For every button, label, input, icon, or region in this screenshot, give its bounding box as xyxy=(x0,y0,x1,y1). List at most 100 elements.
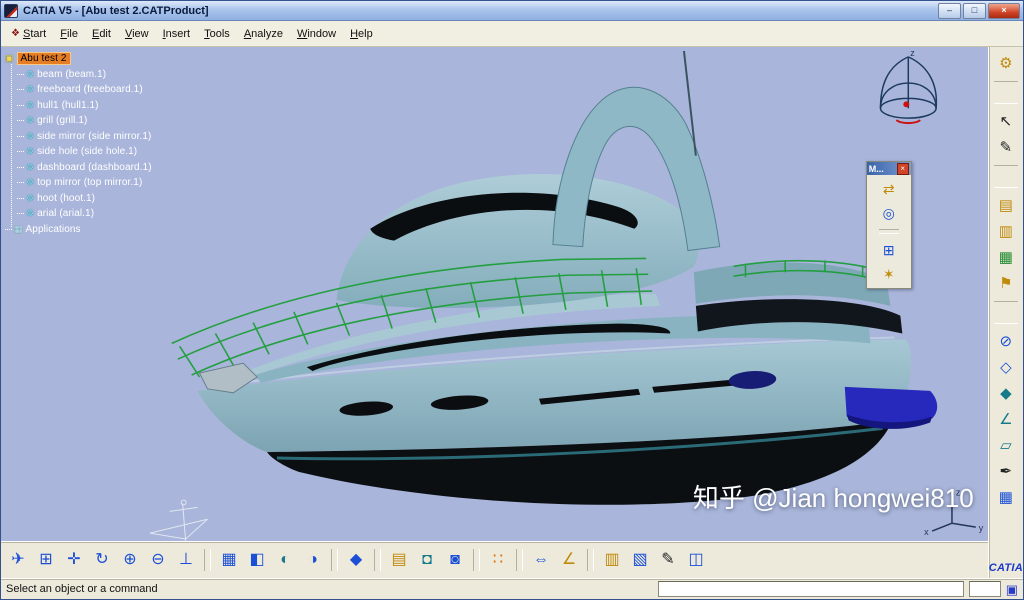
tree-branch-line xyxy=(17,167,24,168)
view-toolbar: ✈ ⊞ ✛ ↻ ⊕ ⊖ ⊥ ▦ ◧ xyxy=(1,541,988,578)
zoom-in-icon[interactable]: ⊕ xyxy=(117,547,143,573)
select-arrow-icon[interactable]: ↖ xyxy=(994,111,1018,132)
tree-item[interactable]: ⚙ top mirror (top mirror.1) xyxy=(5,175,152,191)
toolbar-separator[interactable] xyxy=(516,549,523,571)
tree-item-label: arial (arial.1) xyxy=(37,208,94,219)
zoom-out-icon[interactable]: ⊖ xyxy=(145,547,171,573)
close-button[interactable]: × xyxy=(988,3,1020,19)
menu-tools[interactable]: Tools xyxy=(197,25,237,43)
box-icon[interactable]: ◇ xyxy=(994,357,1018,378)
axis-y-label: y xyxy=(979,523,984,533)
menu-insert[interactable]: Insert xyxy=(156,25,198,43)
axis-system-icon[interactable]: ⊘ xyxy=(994,331,1018,352)
open-catalog-icon[interactable]: ▤ xyxy=(994,195,1018,216)
tree-root-item[interactable]: ▣ Abu test 2 xyxy=(5,51,152,67)
rt-separator[interactable] xyxy=(994,165,1018,188)
menu-edit[interactable]: Edit xyxy=(85,25,118,43)
iso-view-icon[interactable]: ◧ xyxy=(244,547,270,573)
measure-item-icon[interactable]: ◎ xyxy=(878,203,900,223)
shading-mode-icon[interactable]: ◐ xyxy=(272,547,298,573)
tree-branch-line xyxy=(17,213,24,214)
tree-applications-item[interactable]: ▦ Applications xyxy=(5,222,152,238)
grid-snap-icon[interactable]: ∷ xyxy=(485,547,511,573)
tree-item[interactable]: ⚙ arial (arial.1) xyxy=(5,206,152,222)
tree-branch-line xyxy=(17,120,24,121)
knife-icon[interactable]: ✎ xyxy=(994,137,1018,158)
power-input-icon[interactable]: ▣ xyxy=(1006,583,1018,596)
tree-item[interactable]: ⚙ dashboard (dashboard.1) xyxy=(5,160,152,176)
status-message: Select an object or a command xyxy=(6,583,653,595)
fit-all-icon[interactable]: ⊞ xyxy=(33,547,59,573)
menu-item-label: Help xyxy=(350,28,373,40)
rt-separator[interactable] xyxy=(994,301,1018,324)
tree-item[interactable]: ⚙ side mirror (side mirror.1) xyxy=(5,129,152,145)
toolbar-separator[interactable] xyxy=(473,549,480,571)
section-icon[interactable]: ▥ xyxy=(599,547,625,573)
pan-icon[interactable]: ✛ xyxy=(61,547,87,573)
apply-material-icon[interactable]: ◘ xyxy=(414,547,440,573)
tree-item[interactable]: ⚙ beam (beam.1) xyxy=(5,67,152,83)
ruler-icon[interactable]: ▱ xyxy=(994,435,1018,456)
prism-icon[interactable]: ◆ xyxy=(994,383,1018,404)
compass[interactable]: z xyxy=(880,48,936,123)
tree-item[interactable]: ⚙ hoot (hoot.1) xyxy=(5,191,152,207)
menu-analyze[interactable]: Analyze xyxy=(237,25,290,43)
tree-item-label: hull1 (hull1.1) xyxy=(37,100,99,111)
workbench-toolbar-icons: ⚙ ↖ ✎ ▤ ▥ ▦ ⚑ xyxy=(994,53,1018,508)
export-icon[interactable]: ▦ xyxy=(994,247,1018,268)
menu-file[interactable]: File xyxy=(53,25,85,43)
tree-item[interactable]: ⚙ freeboard (freeboard.1) xyxy=(5,82,152,98)
toolbar-separator[interactable] xyxy=(204,549,211,571)
sparkle-icon[interactable]: ✶ xyxy=(878,264,900,284)
menu-item-label: Start xyxy=(23,28,46,40)
toolbar-separator[interactable] xyxy=(374,549,381,571)
menu-help[interactable]: Help xyxy=(343,25,380,43)
menu-item-label: Tools xyxy=(204,28,230,40)
toolbar-separator[interactable] xyxy=(587,549,594,571)
title-bar[interactable]: CATIA V5 - [Abu test 2.CATProduct] – □ × xyxy=(1,1,1023,21)
measure-toolbar-titlebar[interactable]: M... × xyxy=(867,162,911,175)
minimize-button[interactable]: – xyxy=(938,3,961,19)
normal-view-icon[interactable]: ⊥ xyxy=(173,547,199,573)
update-icon[interactable]: ⚙ xyxy=(994,53,1018,74)
render-icon[interactable]: ◙ xyxy=(442,547,468,573)
wireframe-mode-icon[interactable]: ◑ xyxy=(300,547,326,573)
measure-between-icon[interactable]: ⇔ xyxy=(528,547,554,573)
measure-between-icon[interactable]: ⇄ xyxy=(878,179,900,199)
tree-item[interactable]: ⚙ side hole (side hole.1) xyxy=(5,144,152,160)
dialog-input[interactable] xyxy=(658,581,964,597)
toolbar-separator[interactable] xyxy=(331,549,338,571)
ft-separator[interactable] xyxy=(879,229,899,234)
hide-show-icon[interactable]: ◆ xyxy=(343,547,369,573)
menu-item-label: View xyxy=(125,28,149,40)
measure-item-icon[interactable]: ∠ xyxy=(556,547,582,573)
measure-inertia-icon[interactable]: ⊞ xyxy=(878,240,900,260)
pen-icon[interactable]: ✒ xyxy=(994,461,1018,482)
import-icon[interactable]: ▥ xyxy=(994,221,1018,242)
tree-item[interactable]: ⚙ grill (grill.1) xyxy=(5,113,152,129)
power-input[interactable] xyxy=(969,581,1001,597)
tree-branch-line xyxy=(17,182,24,183)
part-icon: ⚙ xyxy=(26,208,34,219)
rotate-icon[interactable]: ↻ xyxy=(89,547,115,573)
flag-note-icon[interactable]: ⚑ xyxy=(994,273,1018,294)
layers-icon[interactable]: ▧ xyxy=(627,547,653,573)
annotate-icon[interactable]: ✎ xyxy=(655,547,681,573)
multi-view-icon[interactable]: ▦ xyxy=(216,547,242,573)
menu-view[interactable]: View xyxy=(118,25,156,43)
maximize-button[interactable]: □ xyxy=(963,3,986,19)
fly-mode-icon[interactable]: ✈ xyxy=(5,547,31,573)
depth-effect-icon[interactable]: ◫ xyxy=(683,547,709,573)
grid-icon[interactable]: ▦ xyxy=(994,487,1018,508)
viewport-3d[interactable]: z x y z xyxy=(1,47,988,541)
part-icon: ⚙ xyxy=(26,131,34,142)
rt-separator[interactable] xyxy=(994,81,1018,104)
measure-toolbar-close-icon[interactable]: × xyxy=(897,163,909,175)
catalog-icon[interactable]: ▤ xyxy=(386,547,412,573)
angle-measure-icon[interactable]: ∠ xyxy=(994,409,1018,430)
tree-item[interactable]: ⚙ hull1 (hull1.1) xyxy=(5,98,152,114)
measure-toolbar[interactable]: M... × ⇄ ◎ ⊞ ✶ xyxy=(866,161,912,289)
menu-window[interactable]: Window xyxy=(290,25,343,43)
menu-start[interactable]: ❖ Start xyxy=(4,25,53,43)
viewport-column: z x y z xyxy=(1,47,988,578)
